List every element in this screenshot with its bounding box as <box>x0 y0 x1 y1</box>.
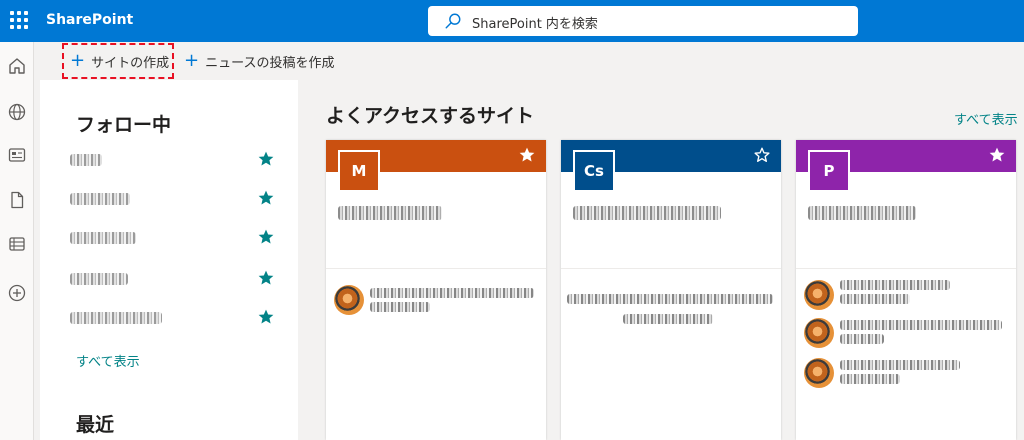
command-bar: + サイトの作成 + ニュースの投稿を作成 <box>34 42 1024 80</box>
star-filled-icon[interactable] <box>257 228 275 246</box>
activity-avatar <box>804 358 834 388</box>
globe-icon[interactable] <box>7 102 27 122</box>
following-site-item[interactable] <box>70 269 275 289</box>
search-box[interactable]: SharePoint 内を検索 <box>428 6 858 36</box>
create-icon[interactable] <box>7 283 27 303</box>
site-card[interactable]: Cs <box>561 140 781 440</box>
redacted-activity-text <box>840 294 910 304</box>
redacted-activity-text <box>840 334 884 344</box>
site-card[interactable]: P <box>796 140 1016 440</box>
redacted-activity-text <box>840 374 900 384</box>
redacted-activity-text <box>370 302 430 312</box>
redacted-activity-text <box>623 314 713 324</box>
card-divider <box>796 268 1016 269</box>
redacted-site-name <box>70 154 102 166</box>
document-icon[interactable] <box>7 190 27 210</box>
recent-title: 最近 <box>76 414 115 436</box>
redacted-site-name <box>70 232 136 244</box>
following-see-all-link[interactable]: すべて表示 <box>76 351 140 370</box>
star-filled-icon[interactable] <box>257 189 275 207</box>
redacted-activity-text <box>567 294 773 304</box>
activity-avatar <box>804 318 834 348</box>
following-site-item[interactable] <box>70 228 275 248</box>
site-card[interactable]: M <box>326 140 546 440</box>
star-filled-icon[interactable] <box>257 150 275 168</box>
redacted-site-name <box>70 273 128 285</box>
redacted-activity-text <box>840 320 1002 330</box>
star-filled-icon[interactable] <box>257 308 275 326</box>
create-site-button[interactable]: + サイトの作成 <box>62 43 174 79</box>
following-panel: フォロー中 すべて表示 最近 <box>40 80 298 440</box>
search-input[interactable]: SharePoint 内を検索 <box>472 13 598 32</box>
post-news-label: ニュースの投稿を作成 <box>205 55 335 71</box>
frequent-see-all-link[interactable]: すべて表示 <box>954 109 1018 128</box>
activity-avatar <box>334 285 364 315</box>
site-logo: P <box>808 150 850 192</box>
site-logo: Cs <box>573 150 615 192</box>
suite-bar: SharePoint SharePoint 内を検索 <box>0 0 1024 42</box>
star-filled-icon[interactable] <box>518 146 536 164</box>
star-filled-icon[interactable] <box>988 146 1006 164</box>
following-site-item[interactable] <box>70 150 275 170</box>
home-icon[interactable] <box>7 56 27 76</box>
following-site-item[interactable] <box>70 189 275 209</box>
post-news-button[interactable]: + ニュースの投稿を作成 <box>184 50 334 72</box>
redacted-activity-text <box>370 288 534 298</box>
redacted-site-name <box>808 206 916 220</box>
redacted-activity-text <box>840 280 950 290</box>
following-site-item[interactable] <box>70 308 275 328</box>
create-site-label: サイトの作成 <box>91 55 170 71</box>
app-launcher-icon[interactable] <box>10 11 28 29</box>
star-filled-icon[interactable] <box>257 269 275 287</box>
activity-avatar <box>804 280 834 310</box>
news-icon[interactable] <box>7 145 27 165</box>
card-divider <box>326 268 546 269</box>
redacted-site-name <box>70 312 162 324</box>
redacted-site-name <box>70 193 130 205</box>
left-rail <box>0 42 34 440</box>
plus-icon: + <box>184 50 200 71</box>
frequent-sites-title: よくアクセスするサイト <box>326 105 535 127</box>
redacted-site-name <box>338 206 442 220</box>
following-title: フォロー中 <box>76 114 172 136</box>
plus-icon: + <box>70 50 86 71</box>
star-outline-icon[interactable] <box>753 146 771 164</box>
site-logo: M <box>338 150 380 192</box>
search-icon <box>445 13 461 29</box>
list-icon[interactable] <box>7 234 27 254</box>
app-name[interactable]: SharePoint <box>46 12 133 28</box>
redacted-activity-text <box>840 360 960 370</box>
redacted-site-name <box>573 206 721 220</box>
card-divider <box>561 268 781 269</box>
